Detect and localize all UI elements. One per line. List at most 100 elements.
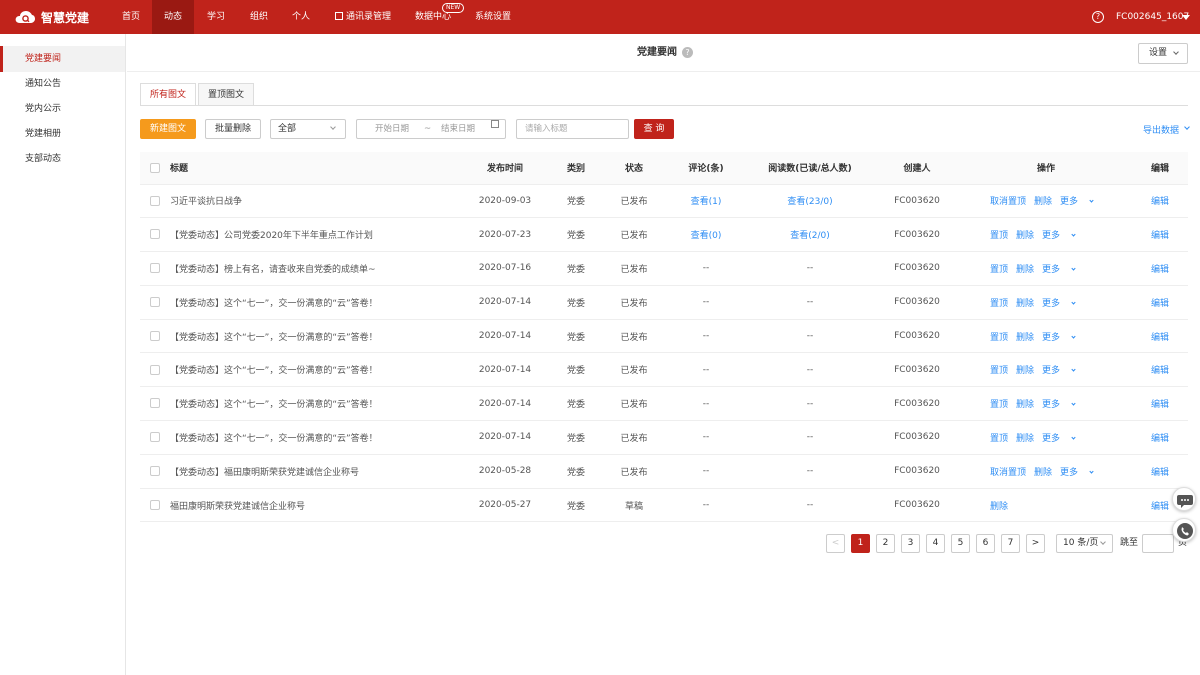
- column-header[interactable]: 评论(条): [666, 152, 746, 185]
- brand[interactable]: 智慧党建: [14, 0, 89, 34]
- more-link[interactable]: 更多: [1060, 468, 1078, 478]
- column-header[interactable]: 类别: [550, 152, 602, 185]
- column-header[interactable]: 发布时间: [460, 152, 550, 185]
- edit-link[interactable]: 编辑: [1151, 366, 1169, 376]
- delete-link[interactable]: 删除: [1016, 434, 1034, 444]
- nav-study[interactable]: 学习: [197, 0, 235, 34]
- delete-link[interactable]: 删除: [1016, 333, 1034, 343]
- delete-link[interactable]: 删除: [1034, 468, 1052, 478]
- new-post-button[interactable]: 新建图文: [140, 119, 196, 139]
- batch-delete-button[interactable]: 批量删除: [205, 119, 261, 139]
- sidebar-item-publicity[interactable]: 党内公示: [0, 96, 125, 122]
- nav-personal[interactable]: 个人: [282, 0, 320, 34]
- page-3-button[interactable]: 3: [901, 534, 920, 553]
- more-link[interactable]: 更多: [1042, 265, 1060, 275]
- page-jump-input[interactable]: [1142, 534, 1174, 553]
- row-checkbox[interactable]: [150, 432, 160, 443]
- delete-link[interactable]: 删除: [990, 502, 1008, 512]
- more-link[interactable]: 更多: [1042, 400, 1060, 410]
- column-header[interactable]: 状态: [602, 152, 666, 185]
- edit-link[interactable]: 编辑: [1151, 197, 1169, 207]
- view-comments-link[interactable]: 查看(1): [691, 197, 722, 207]
- next-page-button[interactable]: >: [1026, 534, 1045, 553]
- edit-link[interactable]: 编辑: [1151, 468, 1169, 478]
- row-checkbox[interactable]: [150, 330, 160, 341]
- edit-link[interactable]: 编辑: [1151, 231, 1169, 241]
- title-cell[interactable]: 【党委动态】这个“七一”，交一份满意的“云”答卷！: [170, 319, 460, 354]
- title-cell[interactable]: 【党委动态】榜上有名，请查收来自党委的成绩单~: [170, 251, 460, 286]
- row-checkbox[interactable]: [150, 263, 160, 274]
- edit-link[interactable]: 编辑: [1151, 299, 1169, 309]
- nav-home[interactable]: 首页: [112, 0, 150, 34]
- sidebar-item-branch-news[interactable]: 支部动态: [0, 146, 125, 172]
- page-2-button[interactable]: 2: [876, 534, 895, 553]
- pin-link[interactable]: 置顶: [990, 366, 1008, 376]
- nav-news[interactable]: 动态: [152, 0, 194, 34]
- page-5-button[interactable]: 5: [951, 534, 970, 553]
- title-cell[interactable]: 【党委动态】公司党委2020年下半年重点工作计划: [170, 217, 460, 253]
- delete-link[interactable]: 删除: [1016, 400, 1034, 410]
- more-link[interactable]: 更多: [1060, 197, 1078, 207]
- category-select[interactable]: 全部: [270, 119, 346, 139]
- pin-link[interactable]: 置顶: [990, 400, 1008, 410]
- row-checkbox[interactable]: [150, 229, 160, 240]
- row-checkbox[interactable]: [150, 364, 160, 375]
- delete-link[interactable]: 删除: [1016, 299, 1034, 309]
- pin-link[interactable]: 置顶: [990, 434, 1008, 444]
- row-checkbox[interactable]: [150, 195, 160, 206]
- tab-pinned-posts[interactable]: 置顶图文: [198, 83, 254, 106]
- edit-link[interactable]: 编辑: [1151, 400, 1169, 410]
- end-date-field[interactable]: 结束日期: [441, 120, 475, 138]
- unpin-link[interactable]: 取消置顶: [990, 468, 1026, 478]
- help-icon[interactable]: ?: [682, 47, 693, 58]
- more-link[interactable]: 更多: [1042, 333, 1060, 343]
- page-size-select[interactable]: 10 条/页: [1056, 534, 1113, 553]
- pin-link[interactable]: 置顶: [990, 299, 1008, 309]
- row-checkbox[interactable]: [150, 499, 160, 510]
- title-cell[interactable]: 福田康明斯荣获党建诚信企业称号: [170, 488, 460, 523]
- unpin-link[interactable]: 取消置顶: [990, 197, 1026, 207]
- edit-link[interactable]: 编辑: [1151, 265, 1169, 275]
- user-name[interactable]: FC002645_1607: [1116, 0, 1189, 34]
- title-cell[interactable]: 习近平谈抗日战争: [170, 184, 460, 219]
- row-checkbox[interactable]: [150, 398, 160, 409]
- more-link[interactable]: 更多: [1042, 366, 1060, 376]
- select-all-checkbox[interactable]: [150, 162, 160, 173]
- page-4-button[interactable]: 4: [926, 534, 945, 553]
- start-date-field[interactable]: 开始日期: [375, 120, 409, 138]
- phone-button[interactable]: [1172, 518, 1196, 542]
- page-6-button[interactable]: 6: [976, 534, 995, 553]
- column-header[interactable]: 操作: [960, 152, 1132, 185]
- tab-all-posts[interactable]: 所有图文: [140, 83, 196, 106]
- delete-link[interactable]: 删除: [1016, 265, 1034, 275]
- edit-link[interactable]: 编辑: [1151, 434, 1169, 444]
- page-7-button[interactable]: 7: [1001, 534, 1020, 553]
- column-header[interactable]: 编辑: [1132, 152, 1188, 185]
- sidebar-item-album[interactable]: 党建相册: [0, 121, 125, 147]
- delete-link[interactable]: 删除: [1034, 197, 1052, 207]
- page-1-button[interactable]: 1: [851, 534, 870, 553]
- title-cell[interactable]: 【党委动态】这个“七一”，交一份满意的“云”答卷！: [170, 352, 460, 388]
- nav-organization[interactable]: 组织: [240, 0, 278, 34]
- edit-link[interactable]: 编辑: [1151, 333, 1169, 343]
- row-checkbox[interactable]: [150, 466, 160, 477]
- view-reads-link[interactable]: 查看(2/0): [790, 231, 830, 241]
- prev-page-button[interactable]: <: [826, 534, 845, 553]
- pin-link[interactable]: 置顶: [990, 265, 1008, 275]
- delete-link[interactable]: 删除: [1016, 366, 1034, 376]
- more-link[interactable]: 更多: [1042, 231, 1060, 241]
- sidebar-item-party-news[interactable]: 党建要闻: [0, 46, 125, 72]
- column-header[interactable]: 创建人: [874, 152, 960, 185]
- title-cell[interactable]: 【党委动态】这个“七一”，交一份满意的“云”答卷！: [170, 386, 460, 422]
- title-cell[interactable]: 【党委动态】这个“七一”，交一份满意的“云”答卷！: [170, 420, 460, 455]
- pin-link[interactable]: 置顶: [990, 333, 1008, 343]
- sidebar-item-notices[interactable]: 通知公告: [0, 71, 125, 97]
- chat-button[interactable]: [1172, 487, 1196, 511]
- title-cell[interactable]: 【党委动态】福田康明斯荣获党建诚信企业称号: [170, 454, 460, 489]
- title-cell[interactable]: 【党委动态】这个“七一”，交一份满意的“云”答卷！: [170, 285, 460, 320]
- search-button[interactable]: 查 询: [634, 119, 674, 139]
- caret-down-icon[interactable]: [1182, 15, 1190, 20]
- more-link[interactable]: 更多: [1042, 299, 1060, 309]
- edit-link[interactable]: 编辑: [1151, 502, 1169, 512]
- more-link[interactable]: 更多: [1042, 434, 1060, 444]
